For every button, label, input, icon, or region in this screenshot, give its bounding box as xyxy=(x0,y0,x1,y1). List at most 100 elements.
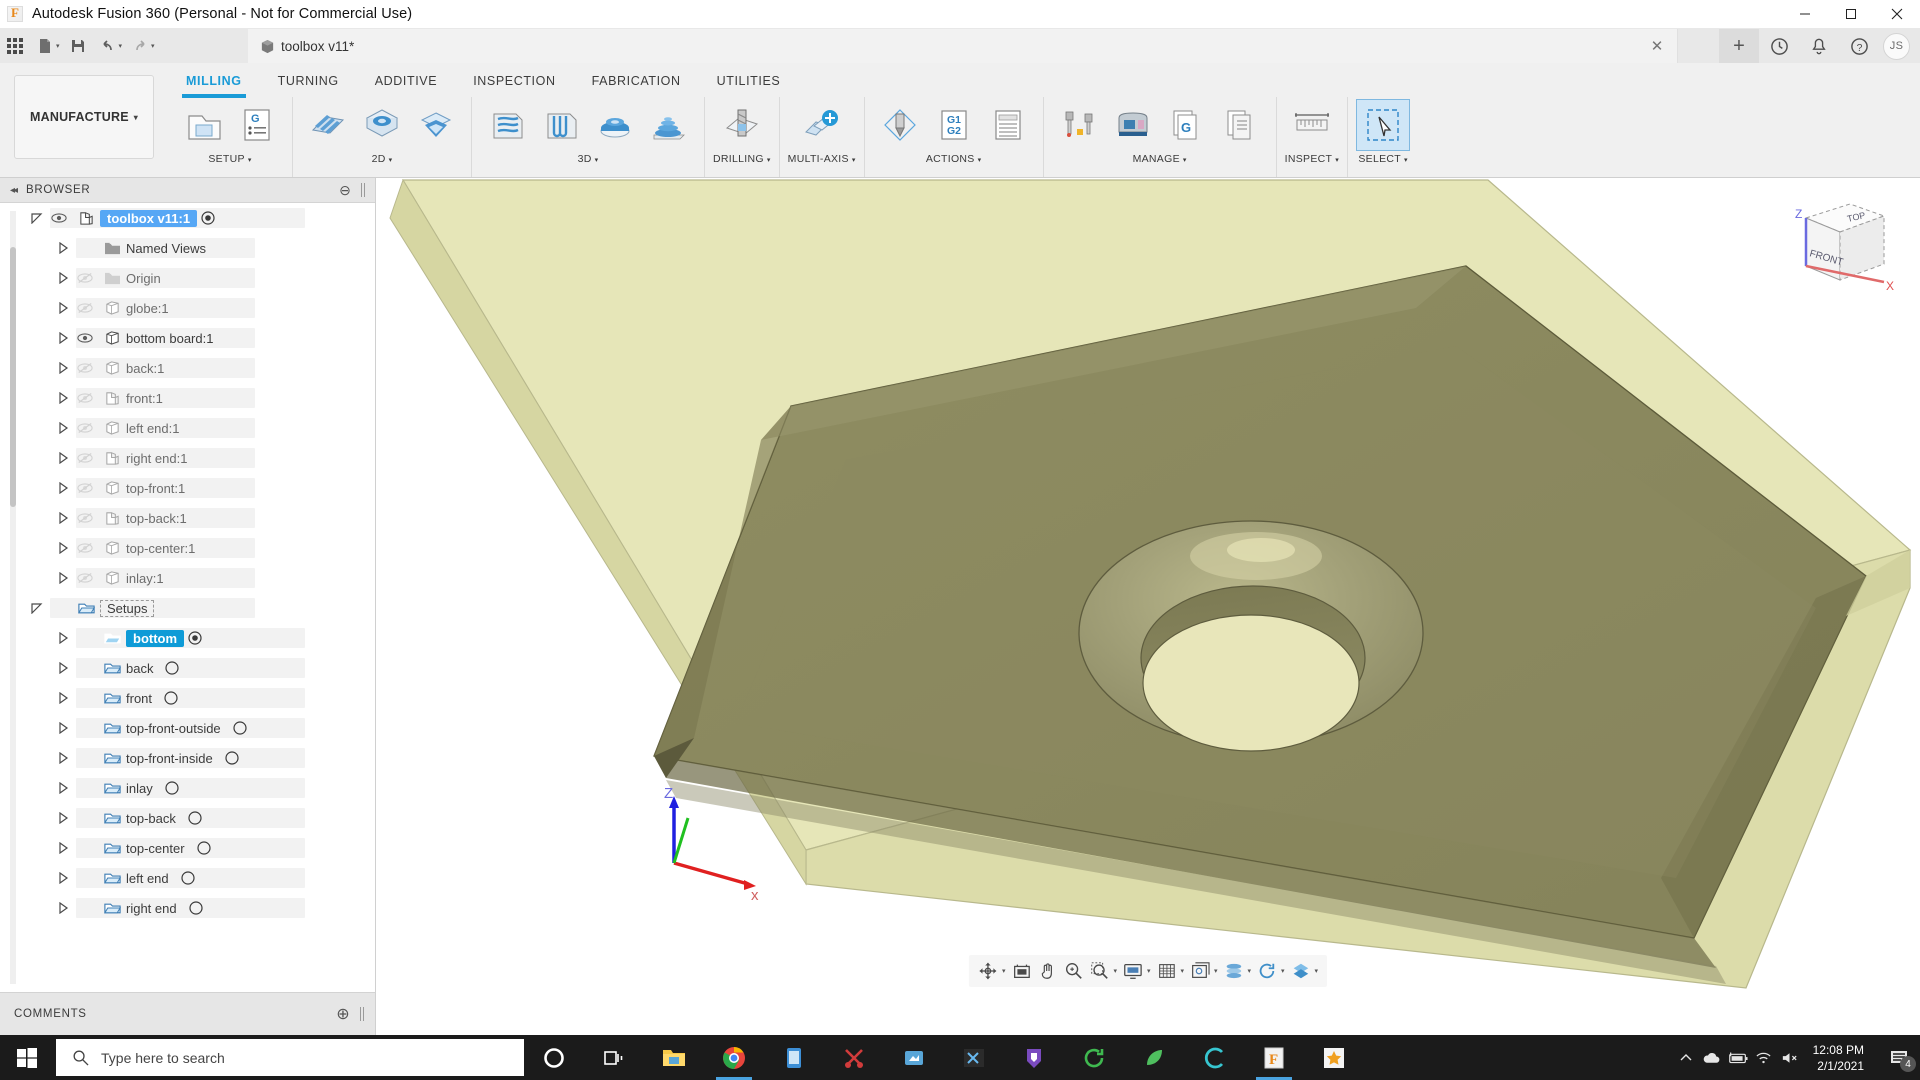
tray-chevron-icon[interactable] xyxy=(1673,1051,1699,1065)
tree-twisty-icon[interactable] xyxy=(28,602,46,614)
tree-twisty-icon[interactable] xyxy=(54,452,72,464)
tree-twisty-icon[interactable] xyxy=(54,422,72,434)
tree-item-top-back-1[interactable]: top-back:1 xyxy=(0,503,375,533)
show-data-panel-icon[interactable] xyxy=(0,33,30,59)
tree-twisty-icon[interactable] xyxy=(54,692,72,704)
tree-item-top-front-inside[interactable]: top-front-inside xyxy=(0,743,375,773)
green-leaf-icon[interactable] xyxy=(1124,1035,1184,1080)
tab-milling[interactable]: MILLING xyxy=(168,69,260,98)
tree-twisty-icon[interactable] xyxy=(54,872,72,884)
panel-2d-label[interactable]: 2D ▾ xyxy=(372,153,393,165)
redo-caret-icon[interactable]: ▾ xyxy=(151,42,155,50)
visual-style-icon[interactable] xyxy=(1221,957,1247,985)
onedrive-icon[interactable] xyxy=(1699,1051,1725,1065)
setup-activate-radio[interactable] xyxy=(197,211,219,225)
setup-activate-radio[interactable] xyxy=(184,631,206,645)
bell-icon[interactable] xyxy=(1799,29,1839,63)
panel-select-label[interactable]: SELECT ▾ xyxy=(1358,153,1407,165)
g1-g2-icon[interactable]: G1 G2 xyxy=(927,99,981,151)
nc-programs-icon[interactable] xyxy=(1214,99,1268,151)
tree-twisty-icon[interactable] xyxy=(28,212,46,224)
file-explorer-icon[interactable] xyxy=(644,1035,704,1080)
viewport-3d[interactable]: Z x TOP FRONT Z X ▾ ▾ ▾ ▾ ▾ ▾ ▾ ▾ xyxy=(376,178,1920,1035)
tree-item-top-center[interactable]: top-center xyxy=(0,833,375,863)
user-avatar[interactable]: JS xyxy=(1883,32,1910,60)
document-tab[interactable]: toolbox v11* ✕ xyxy=(248,29,1678,63)
setup-activate-radio[interactable] xyxy=(160,691,182,705)
appearance-caret-icon[interactable]: ▾ xyxy=(1315,967,1319,975)
refresh-icon[interactable] xyxy=(1254,957,1280,985)
visibility-eye-icon[interactable] xyxy=(72,452,98,464)
tree-item-bottom-board-1[interactable]: bottom board:1 xyxy=(0,323,375,353)
tree-item-front[interactable]: front xyxy=(0,683,375,713)
grid-snaps-icon[interactable] xyxy=(1153,957,1179,985)
scallop-icon[interactable] xyxy=(588,99,642,151)
volume-muted-icon[interactable] xyxy=(1777,1051,1803,1065)
browser-minimize-icon[interactable]: ⊖ xyxy=(337,182,353,198)
tree-twisty-icon[interactable] xyxy=(54,482,72,494)
tree-item-globe-1[interactable]: globe:1 xyxy=(0,293,375,323)
comments-resize-grip[interactable] xyxy=(360,1007,368,1021)
google-chrome-icon[interactable] xyxy=(704,1035,764,1080)
tree-twisty-icon[interactable] xyxy=(54,572,72,584)
tree-item-named-views[interactable]: Named Views xyxy=(0,233,375,263)
browser-tree[interactable]: toolbox v11:1 Named Views Origin globe:1 bot… xyxy=(0,203,375,992)
tab-utilities[interactable]: UTILITIES xyxy=(699,69,799,93)
task-view-icon[interactable] xyxy=(584,1035,644,1080)
visibility-eye-icon[interactable] xyxy=(72,362,98,374)
adaptive-clearing-icon[interactable] xyxy=(480,99,534,151)
comments-expand-icon[interactable]: ⊕ xyxy=(335,1006,351,1023)
select-cursor-icon[interactable] xyxy=(1356,99,1411,151)
save-icon[interactable] xyxy=(63,33,93,59)
undo-caret-icon[interactable]: ▾ xyxy=(119,42,123,50)
tab-turning[interactable]: TURNING xyxy=(260,69,357,93)
store-icon[interactable] xyxy=(764,1035,824,1080)
parallel-icon[interactable] xyxy=(534,99,588,151)
visibility-eye-icon[interactable] xyxy=(72,572,98,584)
zoom-window-caret-icon[interactable]: ▾ xyxy=(1113,967,1117,975)
comments-panel[interactable]: COMMENTS ⊕ xyxy=(0,992,376,1035)
tab-fabrication[interactable]: FABRICATION xyxy=(574,69,699,93)
fusion-360-icon[interactable]: F xyxy=(1244,1035,1304,1080)
setup-activate-radio[interactable] xyxy=(184,811,206,825)
start-button[interactable] xyxy=(0,1035,54,1080)
panel-actions-label[interactable]: ACTIONS ▾ xyxy=(926,153,982,165)
paint-icon[interactable] xyxy=(884,1035,944,1080)
panel-inspect-label[interactable]: INSPECT ▾ xyxy=(1285,153,1339,165)
appearance-icon[interactable] xyxy=(1288,957,1314,985)
setup-activate-radio[interactable] xyxy=(221,751,243,765)
setup-activate-radio[interactable] xyxy=(185,901,207,915)
wifi-icon[interactable] xyxy=(1751,1051,1777,1065)
display-settings-icon[interactable] xyxy=(1120,957,1146,985)
tree-twisty-icon[interactable] xyxy=(54,302,72,314)
face-icon[interactable] xyxy=(301,99,355,151)
tree-item-back-1[interactable]: back:1 xyxy=(0,353,375,383)
document-tab-close-icon[interactable]: ✕ xyxy=(1647,29,1667,63)
visibility-eye-icon[interactable] xyxy=(46,212,72,224)
visibility-eye-icon[interactable] xyxy=(72,392,98,404)
simulate-icon[interactable] xyxy=(873,99,927,151)
tree-twisty-icon[interactable] xyxy=(54,272,72,284)
visibility-eye-icon[interactable] xyxy=(72,302,98,314)
tool-library-icon[interactable] xyxy=(1052,99,1106,151)
spiral-icon[interactable] xyxy=(642,99,696,151)
notification-center-button[interactable]: 4 xyxy=(1878,1035,1920,1080)
tree-twisty-icon[interactable] xyxy=(54,812,72,824)
panel-manage-label[interactable]: MANAGE ▾ xyxy=(1133,153,1187,165)
tree-twisty-icon[interactable] xyxy=(54,332,72,344)
visibility-eye-icon[interactable] xyxy=(72,512,98,524)
shotcut-icon[interactable] xyxy=(824,1035,884,1080)
fit-icon[interactable] xyxy=(1008,957,1034,985)
tree-item-left-end[interactable]: left end xyxy=(0,863,375,893)
tree-item-setups[interactable]: Setups xyxy=(0,593,375,623)
tree-item-inlay-1[interactable]: inlay:1 xyxy=(0,563,375,593)
tree-twisty-icon[interactable] xyxy=(54,242,72,254)
panel-3d-label[interactable]: 3D ▾ xyxy=(578,153,599,165)
viewports-caret-icon[interactable]: ▾ xyxy=(1214,967,1218,975)
tree-item-top-front-1[interactable]: top-front:1 xyxy=(0,473,375,503)
zoom-icon[interactable] xyxy=(1060,957,1086,985)
tree-twisty-icon[interactable] xyxy=(54,392,72,404)
setup-activate-radio[interactable] xyxy=(193,841,215,855)
browser-resize-grip[interactable] xyxy=(361,183,369,197)
post-library-icon[interactable]: G xyxy=(1160,99,1214,151)
